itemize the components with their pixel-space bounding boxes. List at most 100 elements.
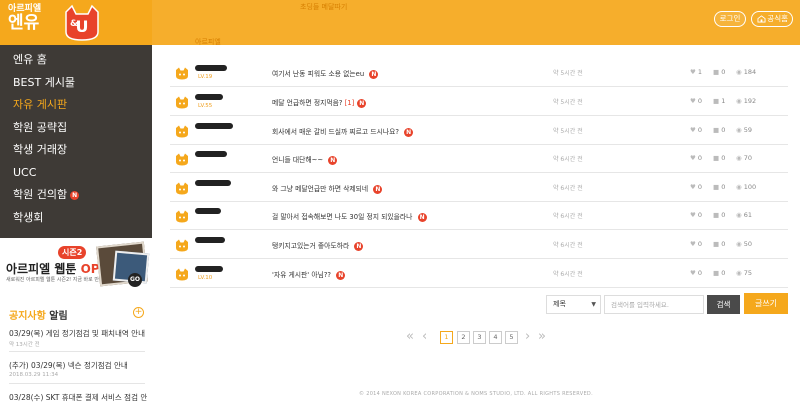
sidebar-item-label: UCC: [13, 165, 37, 179]
post-title[interactable]: 와 그냥 메달언급만 하면 삭제되네 N: [272, 183, 383, 194]
post-title[interactable]: 탱키지고있는거 좋아도하라 N: [272, 240, 364, 251]
user-avatar-icon: [175, 123, 189, 138]
table-row[interactable]: LV.10 '자유 게시판' 아님?? N약 6시간 전 ♥ 0 ■ 0 ◉ 75: [170, 259, 788, 288]
post-title[interactable]: '자유 게시판' 아님?? N: [272, 269, 346, 280]
view-count-value: 75: [743, 269, 753, 277]
official-home-button[interactable]: 공식홈: [751, 11, 793, 27]
notice-more-icon[interactable]: +: [133, 307, 144, 318]
sidebar-item-home[interactable]: 엔유 홈: [0, 49, 152, 72]
comment-count-value: 1: [721, 97, 726, 105]
prev-page-icon[interactable]: ‹: [422, 330, 427, 343]
view-count: ◉ 184: [736, 68, 756, 76]
page-number[interactable]: 1: [440, 331, 453, 344]
comment-icon: ■: [713, 126, 720, 134]
nickname-redacted: [195, 123, 233, 129]
page-number[interactable]: 2: [457, 331, 470, 344]
scrolled-row-nick: 아르피엘: [195, 38, 221, 46]
banner-go-button[interactable]: GO: [128, 273, 142, 287]
like-count-value: 1: [697, 68, 703, 76]
post-title[interactable]: 회사에서 매운 갈비 드실까 찌르고 드시나요? N: [272, 126, 414, 137]
table-row[interactable]: 와 그냥 메달언급만 하면 삭제되네 N약 6시간 전 ♥ 0 ■ 0 ◉ 100: [170, 173, 788, 202]
search-input[interactable]: [604, 295, 704, 314]
chevron-down-icon: ▼: [591, 301, 596, 308]
sidebar-item-label: 학생 거래장: [13, 143, 68, 156]
view-count: ◉ 61: [736, 211, 752, 219]
login-button[interactable]: 로그인: [714, 11, 746, 27]
heart-icon: ♥: [690, 240, 696, 248]
like-count: ♥ 0: [690, 126, 702, 134]
table-row[interactable]: LV.55 메달 언급하면 정지먹음? [1] N 약 5시간 전 ♥ 0 ■ 1 ◉ 19…: [170, 87, 788, 116]
notice-divider: [9, 383, 145, 384]
notice-item-title: 03/29(목) 게임 정기점검 및 패치내역 안내: [9, 329, 145, 338]
new-badge: N: [373, 184, 383, 194]
table-row[interactable]: LV.19 여기서 난동 피워도 소용 없는eu N 약 5시간 전 ♥ 1 ■ 0 ◉ …: [170, 58, 788, 87]
heart-icon: ♥: [690, 183, 696, 191]
view-count: ◉ 192: [736, 97, 756, 105]
user-avatar-icon: [175, 94, 189, 109]
post-title-text: 언니들 대단해~~: [272, 156, 324, 164]
like-count: ♥ 0: [690, 154, 702, 162]
official-home-label: 공식홈: [767, 14, 788, 23]
sidebar-item-guide[interactable]: 학원 공략집: [0, 117, 152, 140]
like-count: ♥ 0: [690, 183, 702, 191]
post-title[interactable]: 언니들 대단해~~ N: [272, 154, 338, 165]
sidebar-item-trade[interactable]: 학생 거래장: [0, 139, 152, 162]
sidebar-item-label: 엔유 홈: [13, 53, 47, 66]
post-title[interactable]: 여기서 난동 피워도 소용 없는eu N: [272, 68, 379, 79]
last-page-icon[interactable]: »: [538, 330, 546, 343]
home-icon: [757, 15, 766, 23]
user-avatar-icon: [175, 180, 189, 195]
post-time: 약 6시간 전: [553, 213, 583, 220]
table-row[interactable]: 탱키지고있는거 좋아도하라 N약 6시간 전 ♥ 0 ■ 0 ◉ 50: [170, 230, 788, 259]
post-time: 약 5시간 전: [553, 99, 583, 106]
comment-icon: ■: [713, 240, 720, 248]
nickname-redacted: [195, 180, 231, 186]
page-number[interactable]: 3: [473, 331, 486, 344]
nickname-redacted: [195, 65, 227, 71]
like-count: ♥ 0: [690, 211, 702, 219]
sidebar: 아르피엘 엔유 U & 엔유 홈 BEST 게시물 자유 게시판 학원 공략집 …: [0, 0, 152, 403]
search-type-select[interactable]: 제목 ▼: [546, 295, 601, 314]
page-number[interactable]: 4: [489, 331, 502, 344]
logo[interactable]: 아르피엘 엔유: [8, 5, 41, 32]
footer-copyright: © 2014 NEXON KOREA CORPORATION & NOMS ST…: [359, 391, 593, 397]
notice-item[interactable]: 03/28(수) SKT 휴대폰 결제 서비스 점검 안내: [9, 392, 147, 403]
top-header: [152, 0, 800, 45]
logo-line2: 엔유: [8, 13, 40, 33]
post-time: 약 6시간 전: [553, 156, 583, 163]
new-badge: N: [354, 241, 364, 251]
comment-count: ■ 0: [713, 269, 725, 277]
first-page-icon[interactable]: «: [406, 330, 414, 343]
view-count-value: 59: [743, 126, 753, 134]
sidebar-item-ucc[interactable]: UCC: [0, 162, 152, 185]
comment-count-value: 0: [721, 269, 726, 277]
sidebar-item-best[interactable]: BEST 게시물: [0, 72, 152, 95]
scrolled-row-title: 초딩들 메달따기: [300, 3, 348, 11]
like-count-value: 0: [697, 269, 703, 277]
user-avatar-icon: [175, 237, 189, 252]
webtoon-banner[interactable]: 시즌2 아르피엘 웹툰 OPEN 새로워진 아르피엘 웹툰 시즌2! 지금 바로…: [0, 238, 152, 293]
table-row[interactable]: 언니들 대단해~~ N약 6시간 전 ♥ 0 ■ 0 ◉ 70: [170, 144, 788, 173]
notice-item-title: (추가) 03/29(목) 넥슨 정기점검 안내: [9, 361, 128, 370]
comment-icon: ■: [713, 97, 720, 105]
notice-item[interactable]: 03/29(목) 게임 정기점검 및 패치내역 안내 약 13시간 전: [9, 328, 147, 348]
heart-icon: ♥: [690, 126, 696, 134]
notice-item[interactable]: (추가) 03/29(목) 넥슨 정기점검 안내 2018.03.29 11:3…: [9, 360, 147, 378]
table-row[interactable]: 회사에서 매운 갈비 드실까 찌르고 드시나요? N약 5시간 전 ♥ 0 ■ 0 ◉…: [170, 116, 788, 145]
user-avatar-icon: [175, 65, 189, 80]
table-row[interactable]: 걸 말아서 접속해보면 나도 30일 정지 되있을라나 N약 6시간 전 ♥ 0 ■…: [170, 201, 788, 230]
new-badge: N: [417, 212, 427, 222]
heart-icon: ♥: [690, 211, 696, 219]
post-title[interactable]: 메달 언급하면 정지먹음? [1] N: [272, 97, 367, 108]
write-button[interactable]: 글쓰기: [744, 293, 788, 314]
eye-icon: ◉: [736, 211, 742, 219]
heart-icon: ♥: [690, 68, 696, 76]
sidebar-item-free-board[interactable]: 자유 게시판: [0, 94, 152, 117]
search-button[interactable]: 검색: [707, 295, 740, 314]
comment-count: ■ 0: [713, 126, 725, 134]
page-number[interactable]: 5: [505, 331, 518, 344]
next-page-icon[interactable]: ›: [525, 330, 530, 343]
sidebar-item-council[interactable]: 학생회: [0, 207, 152, 230]
post-title[interactable]: 걸 말아서 접속해보면 나도 30일 정지 되있을라나 N: [272, 211, 427, 222]
sidebar-item-suggestions[interactable]: 학원 건의함 N: [0, 184, 152, 207]
